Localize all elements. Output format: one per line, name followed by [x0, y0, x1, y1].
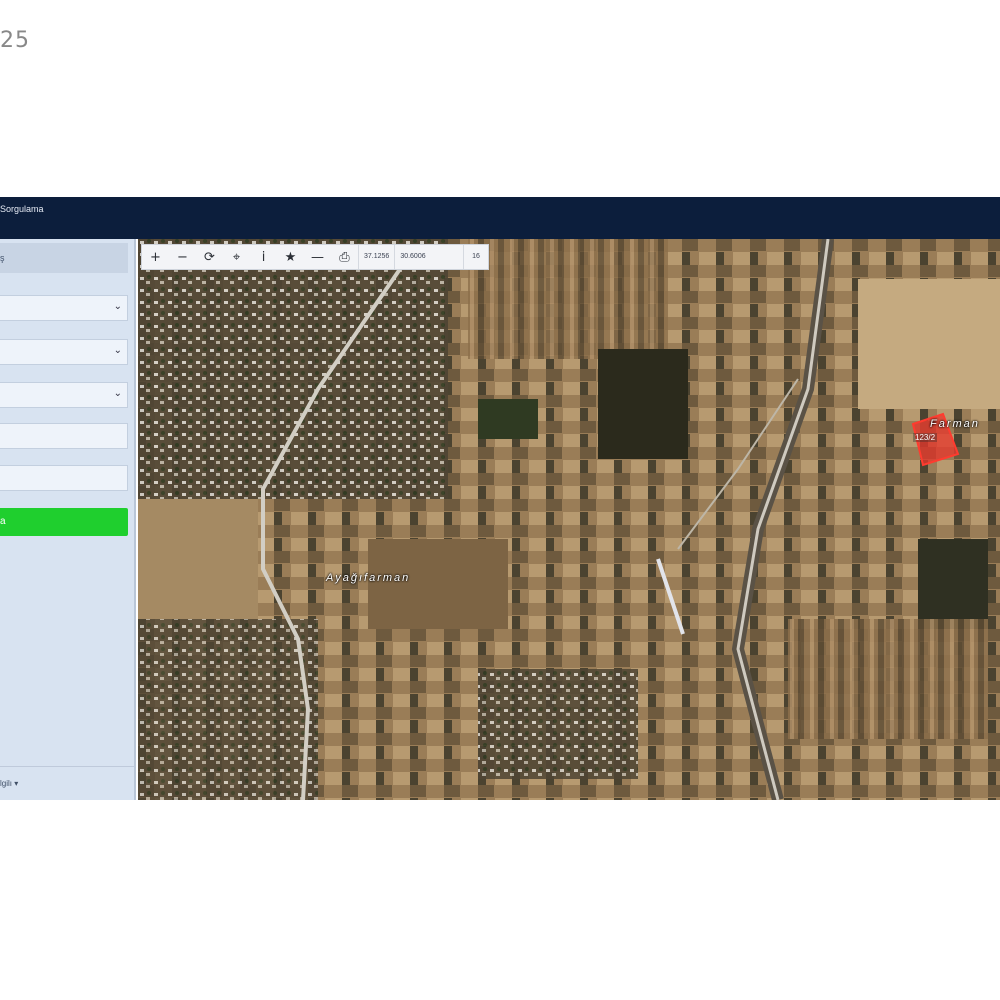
longitude-readout: 30.6006	[394, 245, 430, 269]
locate-icon[interactable]: ⌖	[223, 245, 250, 269]
sidebar-panel: ş ⌄ ⌄ ⌄ a lgilı ▾	[0, 239, 136, 800]
map-toolbar: + − ⟳ ⌖ i ★ — ⎙ 37.1256 30.6006 16	[141, 244, 489, 270]
satellite-map[interactable]	[138, 239, 1000, 800]
page-corner-text: 25	[0, 28, 30, 53]
zoom-out-icon[interactable]: −	[169, 245, 196, 269]
latitude-readout: 37.1256	[358, 245, 394, 269]
chevron-down-icon: ⌄	[113, 388, 122, 399]
map-imagery	[138, 239, 1000, 800]
parcel-number-input[interactable]	[0, 465, 128, 491]
zoom-in-icon[interactable]: +	[142, 245, 169, 269]
chevron-down-icon: ⌄	[113, 345, 122, 356]
sidebar-tab[interactable]: ş	[0, 243, 128, 273]
zoom-level: 16	[463, 245, 488, 269]
query-button[interactable]: a	[0, 508, 128, 536]
measure-icon[interactable]: —	[304, 245, 331, 269]
block-number-input[interactable]	[0, 423, 128, 449]
app-header: Sorgulama	[0, 197, 1000, 239]
province-select[interactable]: ⌄	[0, 295, 128, 321]
district-select[interactable]: ⌄	[0, 339, 128, 365]
chevron-down-icon: ⌄	[113, 301, 122, 312]
map-label-village: Ayağıfarman	[326, 572, 411, 584]
sidebar-divider	[0, 766, 134, 767]
app-title: Sorgulama	[0, 204, 44, 214]
map-label-town: Farman	[930, 418, 980, 430]
star-icon[interactable]: ★	[277, 245, 304, 269]
info-icon[interactable]: i	[250, 245, 277, 269]
print-icon[interactable]: ⎙	[331, 245, 358, 269]
parcel-label: 123/2	[913, 433, 938, 442]
neighborhood-select[interactable]: ⌄	[0, 382, 128, 408]
sidebar-footer-link[interactable]: lgilı ▾	[0, 779, 18, 788]
refresh-icon[interactable]: ⟳	[196, 245, 223, 269]
